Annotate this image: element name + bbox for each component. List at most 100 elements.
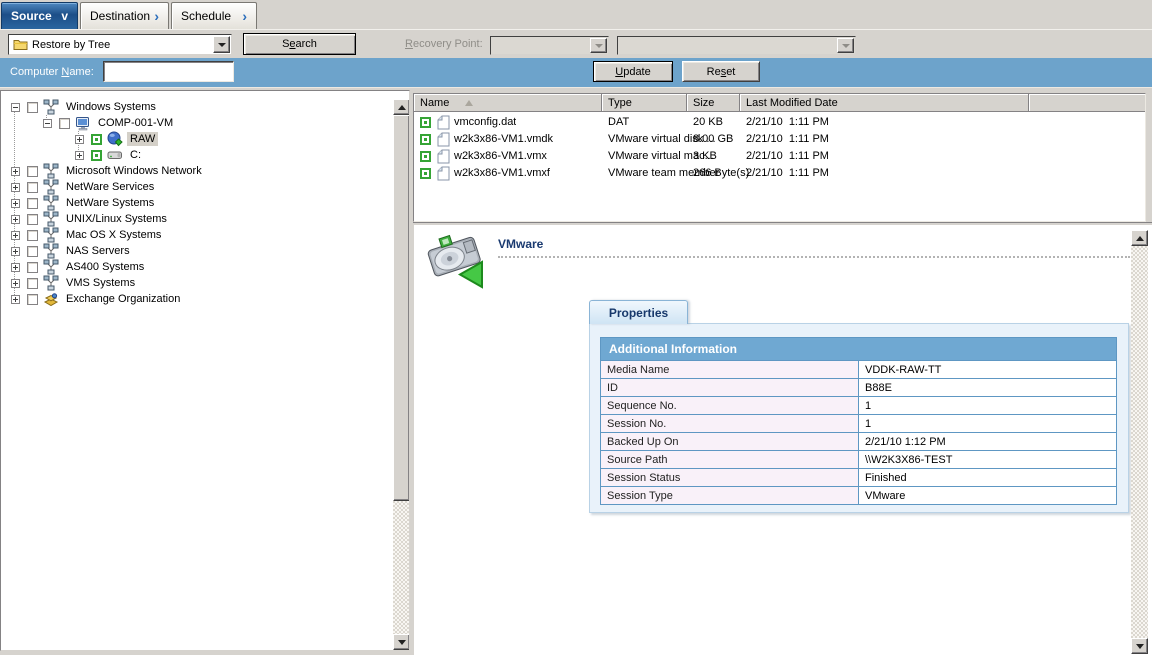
tree-item-c[interactable]: C: — [1, 147, 371, 163]
tree-item-label[interactable]: VMS Systems — [63, 276, 138, 290]
column-header-type[interactable]: Type — [602, 94, 687, 112]
tree-item-comp-001-vm[interactable]: COMP-001-VM — [1, 115, 371, 131]
expand-icon[interactable] — [75, 151, 84, 160]
tree-item-vms-systems[interactable]: VMS Systems — [1, 275, 371, 291]
expand-icon[interactable] — [11, 231, 20, 240]
property-row-session-status: Session StatusFinished — [601, 469, 1117, 487]
tree-item-as400-systems[interactable]: AS400 Systems — [1, 259, 371, 275]
folder-icon — [13, 38, 28, 51]
column-header-size[interactable]: Size — [687, 94, 740, 112]
file-row-w2k3x86-vm1-vmxf[interactable]: w2k3x86-VM1.vmxfVMware team member266 By… — [414, 165, 1145, 182]
file-checkbox[interactable] — [420, 134, 431, 145]
tree-item-checkbox[interactable] — [27, 198, 38, 209]
tree-item-raw[interactable]: RAW — [1, 131, 371, 147]
title-separator — [498, 256, 1130, 258]
tree-item-checkbox[interactable] — [27, 182, 38, 193]
tree-item-checkbox[interactable] — [27, 230, 38, 241]
combo-dropdown-button[interactable] — [213, 36, 230, 53]
scroll-down-button[interactable] — [1131, 638, 1148, 654]
file-checkbox[interactable] — [420, 168, 431, 179]
tree-item-checkbox[interactable] — [27, 102, 38, 113]
expand-icon[interactable] — [11, 263, 20, 272]
recovery-point-date-combobox — [490, 36, 609, 55]
expand-icon[interactable] — [11, 167, 20, 176]
tab-schedule[interactable]: Schedule › — [171, 2, 257, 29]
reset-button[interactable]: Reset — [682, 61, 760, 82]
tree-item-label[interactable]: RAW — [127, 132, 158, 146]
tree-item-nas-servers[interactable]: NAS Servers — [1, 243, 371, 259]
scroll-up-button[interactable] — [1131, 230, 1148, 246]
tree-item-checkbox[interactable] — [27, 166, 38, 177]
file-row-vmconfig-dat[interactable]: vmconfig.datDAT20 KB2/21/10 1:11 PM — [414, 114, 1145, 131]
property-value: B88E — [859, 379, 1117, 397]
session-title: VMware — [498, 237, 543, 251]
column-header-name[interactable]: Name — [414, 94, 602, 112]
tree-item-checkbox[interactable] — [27, 278, 38, 289]
tab-bar: Source v Destination › Schedule › — [0, 0, 1152, 30]
scroll-down-button[interactable] — [393, 634, 410, 650]
arrow-down-icon — [842, 44, 850, 48]
tree-item-checkbox[interactable] — [91, 134, 102, 145]
expand-icon[interactable] — [11, 247, 20, 256]
tree-item-unix-linux-systems[interactable]: UNIX/Linux Systems — [1, 211, 371, 227]
tree-item-label[interactable]: UNIX/Linux Systems — [63, 212, 170, 226]
scroll-up-button[interactable] — [393, 99, 410, 115]
collapse-icon[interactable] — [43, 119, 52, 128]
chevron-down-icon: v — [61, 10, 68, 22]
network-icon — [43, 163, 59, 179]
network-icon — [43, 179, 59, 195]
file-checkbox[interactable] — [420, 151, 431, 162]
tree-item-checkbox[interactable] — [59, 118, 70, 129]
tree-item-label[interactable]: C: — [127, 148, 144, 162]
file-checkbox[interactable] — [420, 117, 431, 128]
tree-item-label[interactable]: COMP-001-VM — [95, 116, 176, 130]
expand-icon[interactable] — [11, 279, 20, 288]
update-button[interactable]: Update — [593, 61, 673, 82]
tree-item-checkbox[interactable] — [27, 214, 38, 225]
tree-item-windows-systems[interactable]: Windows Systems — [1, 99, 371, 115]
tree-vertical-scrollbar[interactable] — [393, 99, 410, 650]
sort-ascending-icon — [465, 100, 473, 106]
column-header-modified[interactable]: Last Modified Date — [740, 94, 1029, 112]
expand-icon[interactable] — [11, 183, 20, 192]
property-row-session-no: Session No.1 — [601, 415, 1117, 433]
tree-item-mac-os-x-systems[interactable]: Mac OS X Systems — [1, 227, 371, 243]
details-vertical-scrollbar[interactable] — [1131, 230, 1148, 654]
drive-icon — [107, 147, 123, 163]
chevron-right-icon: › — [154, 9, 159, 23]
scrollbar-thumb[interactable] — [393, 115, 410, 501]
tree-item-label[interactable]: AS400 Systems — [63, 260, 147, 274]
expand-icon[interactable] — [11, 215, 20, 224]
restore-method-combobox[interactable]: Restore by Tree — [8, 34, 232, 55]
computer-name-input[interactable] — [103, 61, 234, 82]
tree-item-label[interactable]: NetWare Systems — [63, 196, 157, 210]
tree-item-exchange-organization[interactable]: Exchange Organization — [1, 291, 371, 307]
file-row-w2k3x86-vm1-vmdk[interactable]: w2k3x86-VM1.vmdkVMware virtual disk ...8… — [414, 131, 1145, 148]
column-header-label: Size — [693, 97, 714, 109]
tab-source[interactable]: Source v — [1, 2, 78, 29]
tree-item-checkbox[interactable] — [27, 294, 38, 305]
collapse-icon[interactable] — [11, 103, 20, 112]
tree-item-checkbox[interactable] — [27, 246, 38, 257]
tree-item-label[interactable]: NAS Servers — [63, 244, 133, 258]
tree-item-label[interactable]: NetWare Services — [63, 180, 157, 194]
tree-item-label[interactable]: Mac OS X Systems — [63, 228, 164, 242]
tree-item-checkbox[interactable] — [91, 150, 102, 161]
expand-icon[interactable] — [75, 135, 84, 144]
recovery-point-label: Recovery Point: — [405, 38, 483, 50]
file-row-w2k3x86-vm1-vmx[interactable]: w2k3x86-VM1.vmxVMware virtual mac...3 KB… — [414, 148, 1145, 165]
tree-item-netware-services[interactable]: NetWare Services — [1, 179, 371, 195]
tree-item-microsoft-windows-network[interactable]: Microsoft Windows Network — [1, 163, 371, 179]
file-icon — [437, 132, 450, 147]
network-icon — [43, 99, 59, 115]
tab-properties[interactable]: Properties — [589, 300, 688, 324]
search-button[interactable]: Search — [243, 33, 356, 55]
tree-item-label[interactable]: Windows Systems — [63, 100, 159, 114]
tab-destination[interactable]: Destination › — [80, 2, 169, 29]
expand-icon[interactable] — [11, 199, 20, 208]
tree-item-label[interactable]: Exchange Organization — [63, 292, 183, 306]
tree-item-checkbox[interactable] — [27, 262, 38, 273]
tree-item-netware-systems[interactable]: NetWare Systems — [1, 195, 371, 211]
tree-item-label[interactable]: Microsoft Windows Network — [63, 164, 205, 178]
expand-icon[interactable] — [11, 295, 20, 304]
